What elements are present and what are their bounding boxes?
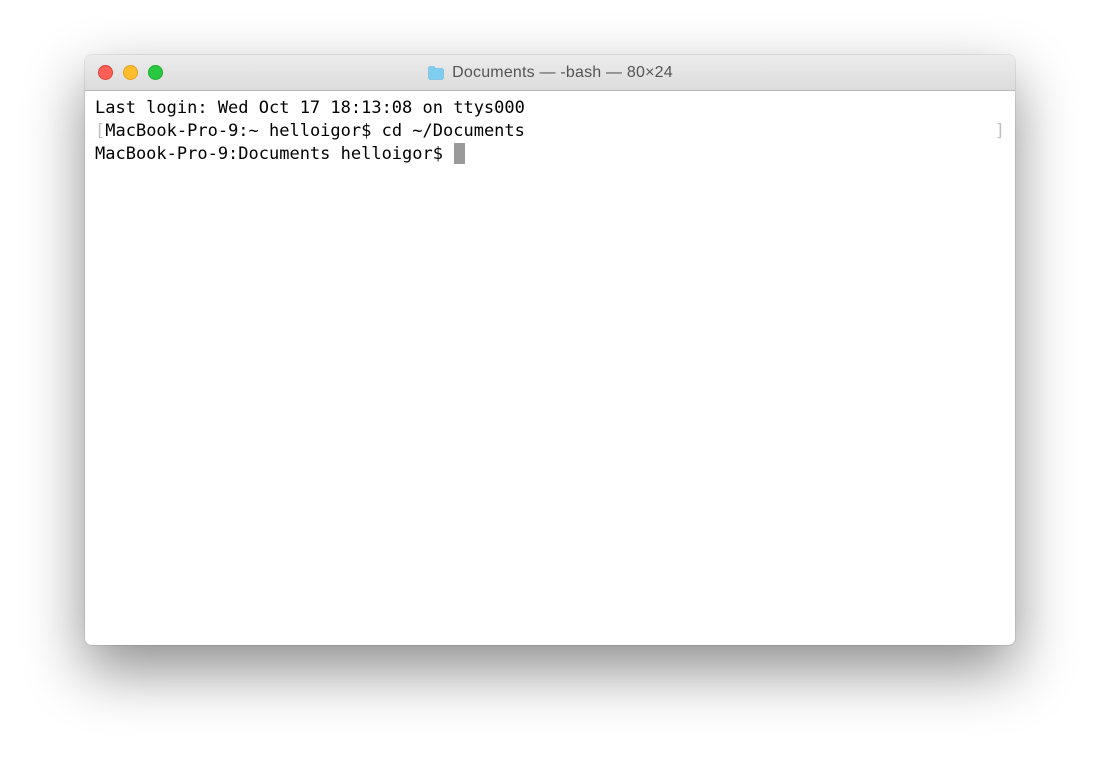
last-login-line: Last login: Wed Oct 17 18:13:08 on ttys0…	[95, 97, 1005, 120]
close-bracket: ]	[995, 120, 1005, 143]
maximize-button[interactable]	[148, 65, 163, 80]
titlebar[interactable]: Documents — -bash — 80×24	[85, 55, 1015, 91]
cursor[interactable]	[454, 143, 465, 164]
terminal-body[interactable]: Last login: Wed Oct 17 18:13:08 on ttys0…	[85, 91, 1015, 645]
open-bracket: [	[95, 120, 105, 143]
terminal-line-2: MacBook-Pro-9:Documents helloigor$	[95, 143, 1005, 166]
minimize-button[interactable]	[123, 65, 138, 80]
prompt-1: MacBook-Pro-9:~ helloigor$	[105, 120, 381, 143]
close-button[interactable]	[98, 65, 113, 80]
window-title: Documents — -bash — 80×24	[452, 64, 673, 82]
folder-icon	[427, 66, 445, 80]
title-area: Documents — -bash — 80×24	[85, 64, 1015, 82]
terminal-window: Documents — -bash — 80×24 Last login: We…	[85, 55, 1015, 645]
command-1: cd ~/Documents	[382, 120, 525, 143]
terminal-line-1: [MacBook-Pro-9:~ helloigor$ cd ~/Documen…	[95, 120, 1005, 143]
prompt-2: MacBook-Pro-9:Documents helloigor$	[95, 144, 453, 164]
traffic-lights	[85, 65, 163, 80]
